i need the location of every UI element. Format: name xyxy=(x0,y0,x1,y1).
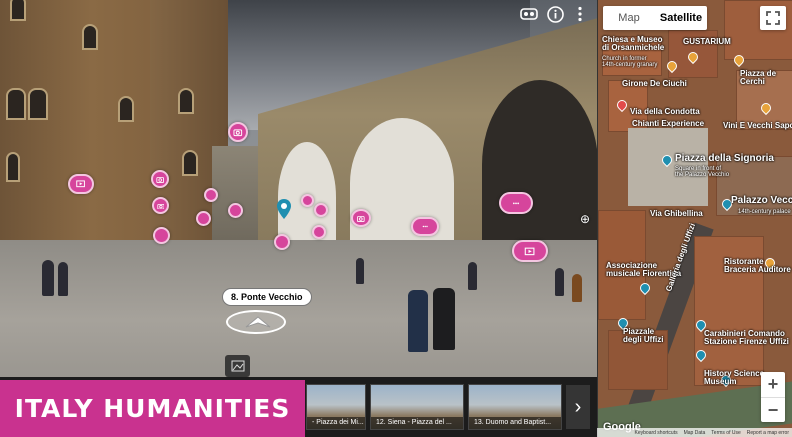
keyboard-shortcuts-link[interactable]: Keyboard shortcuts xyxy=(635,430,678,436)
map-label: Carabinieri Comando Stazione Firenze Uff… xyxy=(704,329,789,347)
palazzo-vecchio-facade xyxy=(0,0,228,250)
vr-icon[interactable] xyxy=(520,7,538,24)
camera-marker-icon[interactable] xyxy=(228,203,243,218)
map-type-toggle[interactable]: Map Satellite xyxy=(603,6,707,30)
map-label: Ristorante Braceria Auditore xyxy=(724,257,791,275)
map-label: History Science Museum xyxy=(704,369,765,387)
background-building xyxy=(212,146,262,250)
map-label: Via Ghibellina xyxy=(650,209,703,218)
camera-marker-icon[interactable] xyxy=(196,211,211,226)
location-pin-icon[interactable] xyxy=(277,199,291,219)
video-marker-icon[interactable] xyxy=(153,227,170,244)
thumbnail-caption: 12. Siena - Piazza del ... xyxy=(371,417,463,429)
info-marker-icon[interactable] xyxy=(499,192,533,214)
camera-marker-icon[interactable] xyxy=(314,203,328,217)
brand-title: ITALY HUMANITIES xyxy=(14,394,291,423)
zoom-out-button[interactable]: − xyxy=(761,397,785,422)
pedestrian xyxy=(408,290,428,352)
window xyxy=(6,152,20,182)
pedestrian xyxy=(555,268,564,296)
filmstrip-thumbnail[interactable]: - Piazza dei Mi... xyxy=(306,384,366,430)
chevron-right-icon: › xyxy=(574,395,582,418)
info-icon[interactable] xyxy=(547,6,564,28)
pedestrian xyxy=(433,288,455,350)
window xyxy=(6,88,26,120)
pedestrian xyxy=(58,262,68,296)
street-view-panorama[interactable]: ⊕ 8. Ponte Vecchio xyxy=(0,0,597,437)
image-icon[interactable] xyxy=(225,355,250,377)
terms-link[interactable]: Terms of Use xyxy=(711,430,740,436)
fullscreen-button[interactable] xyxy=(760,6,786,30)
pedestrian xyxy=(468,262,477,290)
video-marker-icon[interactable] xyxy=(204,188,218,202)
map-data-link[interactable]: Map Data xyxy=(684,430,706,436)
zoom-controls: + − xyxy=(761,372,785,422)
map-label: Chiesa e Museo di Orsanmichele xyxy=(602,35,665,53)
map-label-sub: 14th-century palace xyxy=(738,209,791,215)
window xyxy=(28,88,48,120)
map-view-button[interactable]: Map xyxy=(603,6,655,30)
satellite-view-button[interactable]: Satellite xyxy=(655,6,707,30)
video-marker-icon[interactable] xyxy=(274,234,290,250)
thumbnail-caption: - Piazza dei Mi... xyxy=(307,417,365,429)
info-marker-icon[interactable] xyxy=(411,217,439,236)
map-label: GUSTARIUM xyxy=(683,37,731,46)
camera-marker-icon[interactable] xyxy=(151,170,169,188)
window xyxy=(118,96,134,122)
thumbnail-caption: 13. Duomo and Baptist... xyxy=(469,417,561,429)
filmstrip-next-button[interactable]: › xyxy=(566,385,590,429)
map-label-sub: Square in front of the Palazzo Vecchio xyxy=(675,166,730,179)
nav-destination-label[interactable]: 8. Ponte Vecchio xyxy=(222,288,312,306)
map-label: Palazzo Vecchio xyxy=(731,195,792,206)
video-marker-icon[interactable] xyxy=(68,174,94,194)
brand-banner: ITALY HUMANITIES xyxy=(0,380,305,437)
map-label: Piazza della Signoria xyxy=(675,153,774,164)
window xyxy=(82,24,98,50)
report-error-link[interactable]: Report a map error xyxy=(747,430,789,436)
map-label-sub: Church in former 14th-century granary xyxy=(602,56,658,69)
pedestrian xyxy=(356,258,364,284)
map-attribution: Keyboard shortcuts Map Data Terms of Use… xyxy=(597,428,792,437)
zoom-in-button[interactable]: + xyxy=(761,372,785,397)
map-label: Via della Condotta xyxy=(630,107,700,116)
map-label: Piazzale degli Uffizi xyxy=(623,327,664,345)
video-marker-icon[interactable] xyxy=(312,225,326,239)
camera-marker-icon[interactable] xyxy=(351,209,371,227)
video-marker-icon[interactable] xyxy=(512,240,548,262)
map-label: Chianti Experience xyxy=(632,119,705,128)
window xyxy=(182,150,198,176)
pedestrian xyxy=(42,260,54,296)
window xyxy=(178,88,194,114)
globe-icon[interactable]: ⊕ xyxy=(580,212,590,226)
nav-forward-arrow[interactable] xyxy=(226,310,286,334)
camera-marker-icon[interactable] xyxy=(152,197,169,214)
pedestrian xyxy=(572,274,582,302)
map-label: Piazza de Cerchi xyxy=(740,69,777,87)
filmstrip-thumbnail[interactable]: 12. Siena - Piazza del ... xyxy=(370,384,464,430)
more-vert-icon[interactable] xyxy=(577,6,583,27)
camera-marker-icon[interactable] xyxy=(228,122,248,142)
map-label: Girone De Ciuchi xyxy=(622,79,687,88)
window xyxy=(10,0,26,21)
filmstrip-thumbnail[interactable]: 13. Duomo and Baptist... xyxy=(468,384,562,430)
map-label: Vini E Vecchi Sapori xyxy=(723,121,792,130)
camera-marker-icon[interactable] xyxy=(301,194,314,207)
fullscreen-icon xyxy=(766,11,780,25)
